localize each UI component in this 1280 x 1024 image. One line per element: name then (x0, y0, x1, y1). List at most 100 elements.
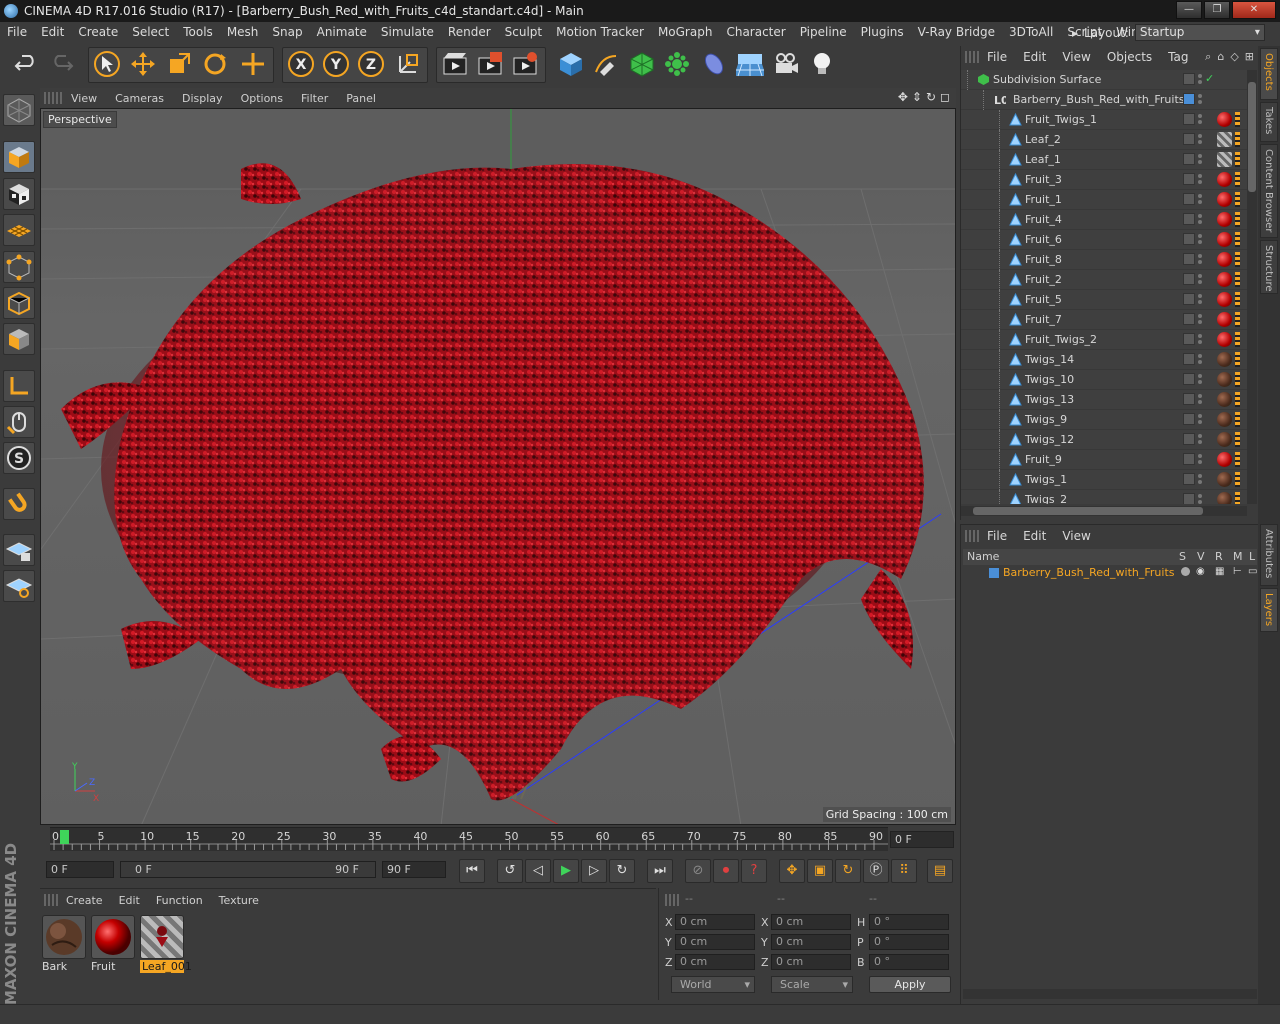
polygon-object-icon[interactable] (1009, 332, 1022, 346)
leaf-material-tag-icon[interactable] (1217, 132, 1232, 147)
add-tool-icon[interactable] (237, 48, 269, 80)
menu-render[interactable]: Render (441, 22, 498, 43)
fruit-material-tag-icon[interactable] (1217, 312, 1232, 327)
texture-tag-icon[interactable] (1235, 352, 1240, 367)
viewport-menu-options[interactable]: Options (232, 92, 292, 105)
bark-material-tag-icon[interactable] (1217, 432, 1232, 447)
texture-tag-icon[interactable] (1235, 112, 1240, 127)
layer-toggle-icon[interactable] (1183, 453, 1195, 465)
bark-material-tag-icon[interactable] (1217, 492, 1232, 504)
menu-simulate[interactable]: Simulate (374, 22, 441, 43)
polygon-object-icon[interactable] (1009, 192, 1022, 206)
visibility-dots-icon[interactable] (1197, 193, 1203, 205)
scrollbar-thumb[interactable] (1248, 82, 1256, 192)
texture-tag-icon[interactable] (1235, 332, 1240, 347)
record-keys-icon[interactable]: ⊘ (685, 859, 711, 883)
layer-toggle-icon[interactable] (1183, 493, 1195, 504)
fruit-material-tag-icon[interactable] (1217, 452, 1232, 467)
polygon-object-icon[interactable] (1009, 232, 1022, 246)
null-object-icon[interactable]: L0 (993, 93, 1011, 107)
layer-toggle-icon[interactable] (1183, 273, 1195, 285)
menu-tools[interactable]: Tools (176, 22, 220, 43)
texture-tag-icon[interactable] (1235, 452, 1240, 467)
object-row[interactable]: Fruit_9 (961, 450, 1247, 470)
layer-toggle-icon[interactable] (1183, 253, 1195, 265)
layer-row[interactable]: Barberry_Bush_Red_with_Fruits ◉ ▦ ⊢ ▭ (963, 565, 1257, 583)
layer-column-view[interactable]: V (1197, 550, 1205, 563)
minimize-button[interactable]: — (1176, 1, 1202, 19)
position-z-field[interactable]: 0 cm (675, 954, 755, 970)
home-icon[interactable]: ⌂ (1217, 50, 1224, 64)
object-row[interactable]: Twigs_1 (961, 470, 1247, 490)
maximize-view-icon[interactable]: ◻ (940, 90, 950, 104)
texture-tag-icon[interactable] (1235, 472, 1240, 487)
layer-toggle-icon[interactable] (1183, 73, 1195, 85)
visibility-dots-icon[interactable] (1197, 133, 1203, 145)
object-list[interactable]: Subdivision Surface ✓ L0 Barberry_Bush_Red_… (961, 70, 1247, 504)
visibility-dots-icon[interactable] (1197, 473, 1203, 485)
menu-pipeline[interactable]: Pipeline (793, 22, 854, 43)
visibility-dots-icon[interactable] (1197, 433, 1203, 445)
keyframe-selection-icon[interactable]: ? (741, 859, 767, 883)
tab-layers[interactable]: Layers (1260, 588, 1278, 632)
polygon-object-icon[interactable] (1009, 132, 1022, 146)
rotate-tool-icon[interactable] (199, 48, 231, 80)
fruit-material-tag-icon[interactable] (1217, 272, 1232, 287)
layout-select[interactable]: Startup (1134, 24, 1265, 41)
polygon-object-icon[interactable] (1009, 292, 1022, 306)
visibility-dots-icon[interactable] (1197, 293, 1203, 305)
polygon-object-icon[interactable] (1009, 252, 1022, 266)
manager-icon[interactable]: ⊢ (1233, 566, 1242, 577)
menu-vray-bridge[interactable]: V-Ray Bridge (911, 22, 1002, 43)
tab-takes[interactable]: Takes (1260, 102, 1278, 142)
material-menu-edit[interactable]: Edit (111, 894, 148, 907)
visibility-dots-icon[interactable] (1197, 353, 1203, 365)
tab-structure[interactable]: Structure (1260, 240, 1278, 294)
menu-edit[interactable]: Edit (34, 22, 71, 43)
layer-toggle-icon[interactable] (1183, 393, 1195, 405)
redo-icon[interactable] (46, 48, 78, 80)
menu-3dtoall[interactable]: 3DToAll (1002, 22, 1060, 43)
layer-menu-file[interactable]: File (979, 529, 1015, 543)
viewport-menu-panel[interactable]: Panel (337, 92, 385, 105)
object-row[interactable]: Twigs_2 (961, 490, 1247, 504)
polygon-object-icon[interactable] (1009, 112, 1022, 126)
visibility-dots-icon[interactable] (1197, 233, 1203, 245)
bark-material-tag-icon[interactable] (1217, 392, 1232, 407)
texture-tag-icon[interactable] (1235, 132, 1240, 147)
viewport-menu-filter[interactable]: Filter (292, 92, 337, 105)
viewport-menu-view[interactable]: View (62, 92, 106, 105)
object-row[interactable]: Fruit_3 (961, 170, 1247, 190)
autokeying-icon[interactable]: ⏺ (713, 859, 739, 883)
floor-environment-icon[interactable] (734, 48, 766, 80)
key-parameter-icon[interactable]: Ⓟ (863, 859, 889, 883)
light-bulb-icon[interactable] (806, 48, 838, 80)
planar-workplane-icon[interactable] (3, 570, 35, 602)
key-pla-icon[interactable]: ⠿ (891, 859, 917, 883)
texture-mode-icon[interactable] (3, 178, 35, 210)
bark-material-tag-icon[interactable] (1217, 412, 1232, 427)
texture-tag-icon[interactable] (1235, 432, 1240, 447)
polygon-object-icon[interactable] (1009, 152, 1022, 166)
axis-mode-icon[interactable] (3, 370, 35, 402)
visibility-dots-icon[interactable] (1197, 173, 1203, 185)
layer-toggle-icon[interactable] (1183, 293, 1195, 305)
layer-menu-edit[interactable]: Edit (1015, 529, 1054, 543)
material-menu-texture[interactable]: Texture (211, 894, 267, 907)
timeline-ruler[interactable]: 0 5 10 15 20 25 30 35 40 45 50 55 60 65 70 75 80 85 90 (50, 827, 888, 851)
menu-snap[interactable]: Snap (265, 22, 309, 43)
texture-tag-icon[interactable] (1235, 392, 1240, 407)
material-leaf[interactable]: Leaf_001 (140, 915, 192, 973)
enabled-check-icon[interactable]: ✓ (1205, 72, 1214, 85)
coordinate-space-select[interactable]: World (671, 976, 755, 993)
material-fruit[interactable]: Fruit (91, 915, 135, 973)
mograph-cloner-icon[interactable] (661, 48, 693, 80)
search-icon[interactable]: ⌕ (1205, 50, 1211, 64)
undo-icon[interactable] (10, 48, 42, 80)
layer-toggle-icon[interactable] (1183, 313, 1195, 325)
texture-tag-icon[interactable] (1235, 312, 1240, 327)
object-menu-objects[interactable]: Objects (1099, 50, 1160, 64)
fruit-material-tag-icon[interactable] (1217, 192, 1232, 207)
pan-view-icon[interactable]: ✥ (898, 90, 908, 104)
object-menu-view[interactable]: View (1054, 50, 1098, 64)
